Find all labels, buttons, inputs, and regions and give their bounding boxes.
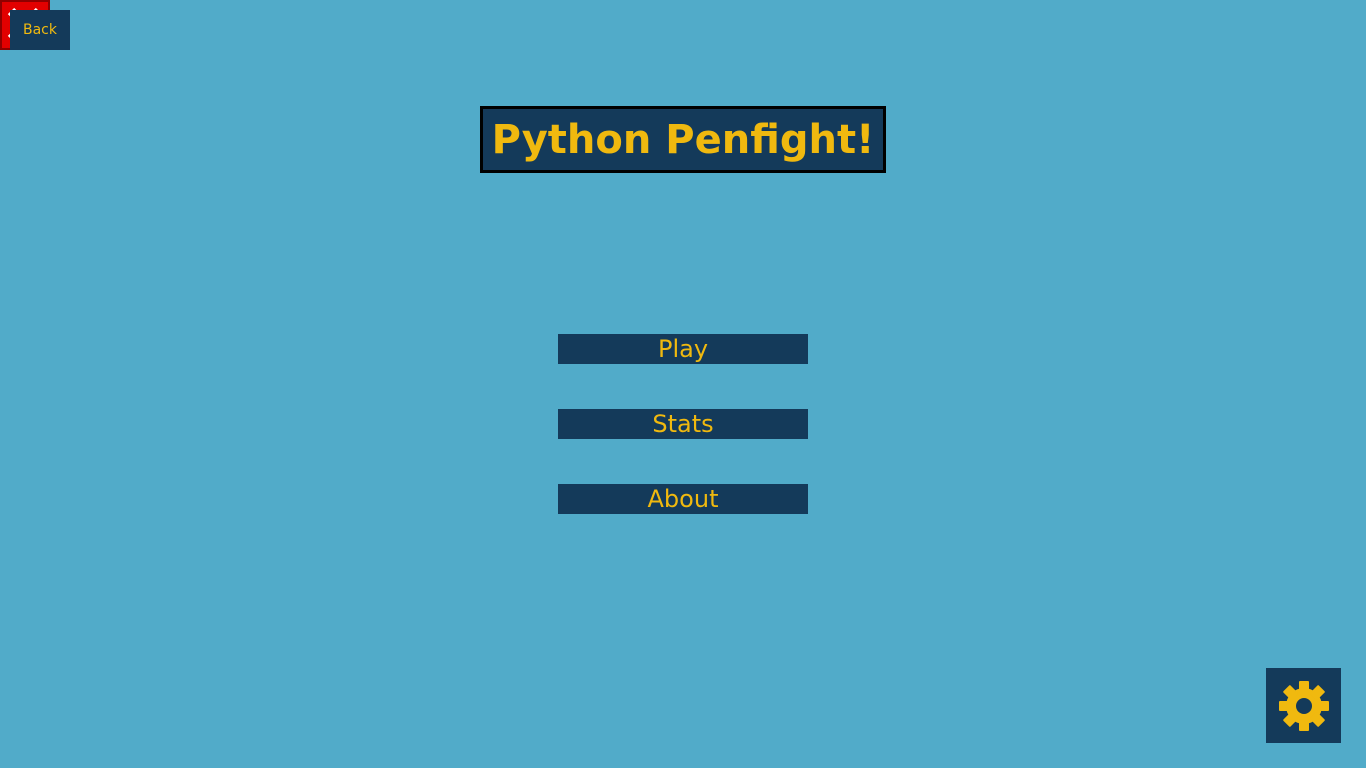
back-button[interactable]: Back <box>10 10 70 50</box>
game-title: Python Penfight! <box>480 106 886 173</box>
play-button[interactable]: Play <box>558 334 808 364</box>
about-button[interactable]: About <box>558 484 808 514</box>
settings-button[interactable] <box>1266 668 1341 743</box>
gear-icon <box>1278 680 1329 731</box>
stats-button[interactable]: Stats <box>558 409 808 439</box>
